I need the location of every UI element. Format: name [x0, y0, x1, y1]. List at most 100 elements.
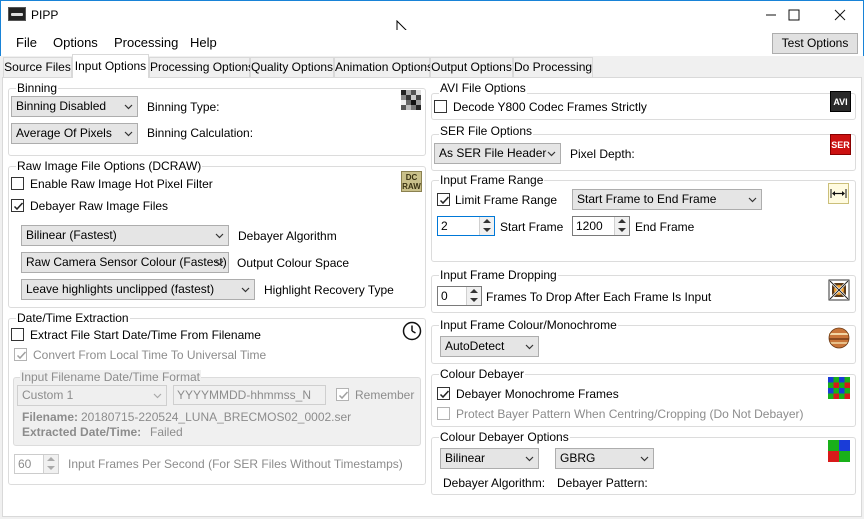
fps-spinner-buttons[interactable] — [43, 455, 58, 473]
checkmark-icon — [338, 391, 349, 400]
checkmark-icon — [439, 390, 450, 399]
protect-bayer-checkbox[interactable] — [437, 407, 450, 420]
raw-options-title: Raw Image File Options (DCRAW) — [16, 159, 203, 173]
checkmark-icon — [13, 202, 24, 211]
colour-mode-value: AutoDetect — [445, 339, 505, 353]
end-frame-spinner[interactable]: 1200 — [572, 216, 630, 236]
debayer-opt-algorithm-value: Bilinear — [445, 451, 486, 465]
fps-spinner[interactable]: 60 — [14, 454, 59, 474]
start-frame-spinner[interactable]: 2 — [437, 216, 495, 236]
jupiter-icon — [828, 327, 850, 349]
chevron-down-icon — [124, 104, 133, 110]
start-frame-spinner-buttons[interactable] — [479, 217, 494, 235]
end-frame-spinner-buttons[interactable] — [614, 217, 629, 235]
debayer-raw-checkbox[interactable] — [11, 199, 24, 212]
extract-datetime-checkbox[interactable] — [11, 328, 24, 341]
colour-mode-combo[interactable]: AutoDetect — [440, 336, 539, 357]
title-bar[interactable] — [0, 0, 864, 30]
ser-icon: SER — [830, 134, 851, 155]
format-text-input[interactable]: YYYYMMDD-hhmmss_N — [173, 385, 326, 405]
maximize-button[interactable] — [771, 0, 817, 30]
debayer-opt-algorithm-combo[interactable]: Bilinear — [440, 448, 539, 469]
tab-processing-options[interactable]: Processing Options — [149, 57, 254, 77]
range-type-combo[interactable]: Start Frame to End Frame — [572, 189, 762, 210]
dcraw-icon-top: DC — [405, 173, 418, 182]
dcraw-icon-bottom: RAW — [402, 182, 421, 191]
range-type-value: Start Frame to End Frame — [577, 192, 717, 206]
tab-input-options[interactable]: Input Options — [72, 54, 149, 78]
end-frame-label: End Frame — [635, 220, 695, 234]
chevron-down-icon — [525, 344, 534, 350]
binning-calc-combo[interactable]: Average Of Pixels — [11, 123, 138, 144]
tab-animation-options[interactable]: Animation Options — [334, 57, 433, 77]
binning-pixels-icon — [401, 90, 421, 110]
tab-source-files[interactable]: Source Files — [3, 57, 72, 77]
menu-file[interactable]: File — [16, 35, 37, 50]
ser-options-title: SER File Options — [439, 124, 534, 138]
highlight-recovery-value: Leave highlights unclipped (fastest) — [26, 282, 215, 296]
tab-do-processing[interactable]: Do Processing — [513, 57, 593, 77]
filename-format-title: Input Filename Date/Time Format — [20, 370, 201, 384]
maximize-icon — [788, 9, 800, 21]
colour-debayer-title: Colour Debayer — [439, 367, 526, 381]
fps-value: 60 — [18, 457, 32, 471]
remember-checkbox[interactable] — [336, 388, 349, 401]
hot-pixel-checkbox[interactable] — [11, 177, 24, 190]
tab-quality-options[interactable]: Quality Options — [250, 57, 334, 77]
test-options-button[interactable]: Test Options — [772, 33, 858, 54]
checkmark-icon — [439, 196, 450, 205]
debayer-raw-label: Debayer Raw Image Files — [30, 199, 169, 213]
protect-bayer-label: Protect Bayer Pattern When Centring/Crop… — [456, 407, 804, 421]
frame-dropping-title: Input Frame Dropping — [439, 268, 558, 282]
convert-utc-checkbox[interactable] — [14, 348, 27, 361]
drop-frames-spinner[interactable]: 0 — [437, 286, 482, 306]
pixel-depth-combo[interactable]: As SER File Header — [434, 143, 561, 164]
filename-value: 20180715-220524_LUNA_BRECMOS02_0002.ser — [81, 410, 352, 424]
chevron-down-icon — [640, 456, 649, 462]
extracted-value: Failed — [150, 425, 183, 439]
debayer-mono-label: Debayer Monochrome Frames — [456, 387, 619, 401]
debayer-algorithm-label: Debayer Algorithm — [238, 229, 337, 243]
hot-pixel-label: Enable Raw Image Hot Pixel Filter — [30, 177, 213, 191]
avi-options-title: AVI File Options — [439, 81, 527, 95]
menu-help[interactable]: Help — [190, 35, 217, 50]
close-button[interactable] — [817, 0, 863, 30]
debayer-options-title: Colour Debayer Options — [439, 430, 570, 444]
decode-y800-label: Decode Y800 Codec Frames Strictly — [453, 100, 647, 114]
output-colour-value: Raw Camera Sensor Colour (Fastest) — [26, 255, 227, 269]
dcraw-icon: DC RAW — [401, 171, 422, 192]
chevron-down-icon — [215, 260, 224, 266]
close-icon — [834, 9, 846, 21]
decode-y800-checkbox[interactable] — [434, 100, 447, 113]
remember-label: Remember — [355, 388, 415, 402]
tab-output-options[interactable]: Output Options — [430, 57, 513, 77]
binning-type-combo[interactable]: Binning Disabled — [11, 96, 138, 117]
pixel-depth-value: As SER File Header — [439, 146, 547, 160]
highlight-recovery-combo[interactable]: Leave highlights unclipped (fastest) — [21, 279, 255, 300]
limit-range-checkbox[interactable] — [437, 193, 450, 206]
output-colour-combo[interactable]: Raw Camera Sensor Colour (Fastest) — [21, 252, 229, 273]
binning-type-label: Binning Type: — [147, 100, 220, 114]
colour-mono-title: Input Frame Colour/Monochrome — [439, 318, 618, 332]
debayer-pattern-combo[interactable]: GBRG — [555, 448, 654, 469]
avi-icon: AVI — [830, 91, 851, 112]
chevron-down-icon — [124, 131, 133, 137]
menu-processing[interactable]: Processing — [114, 35, 178, 50]
menu-options[interactable]: Options — [53, 35, 98, 50]
debayer-algorithm-combo[interactable]: Bilinear (Fastest) — [21, 225, 229, 246]
start-frame-label: Start Frame — [500, 220, 564, 234]
binning-calc-label: Binning Calculation: — [147, 126, 254, 140]
chevron-down-icon — [525, 456, 534, 462]
chevron-down-icon — [215, 233, 224, 239]
frame-drop-icon — [828, 279, 850, 301]
drop-frames-value: 0 — [441, 289, 448, 303]
drop-frames-spinner-buttons[interactable] — [466, 287, 481, 305]
app-icon — [8, 7, 26, 21]
format-preset-combo[interactable]: Custom 1 — [17, 385, 167, 406]
binning-calc-value: Average Of Pixels — [16, 126, 112, 140]
debayer-mono-checkbox[interactable] — [437, 387, 450, 400]
chevron-down-icon — [153, 393, 162, 399]
binning-type-value: Binning Disabled — [16, 99, 107, 113]
window-title: PIPP — [31, 8, 59, 22]
highlight-recovery-label: Highlight Recovery Type — [264, 283, 394, 297]
